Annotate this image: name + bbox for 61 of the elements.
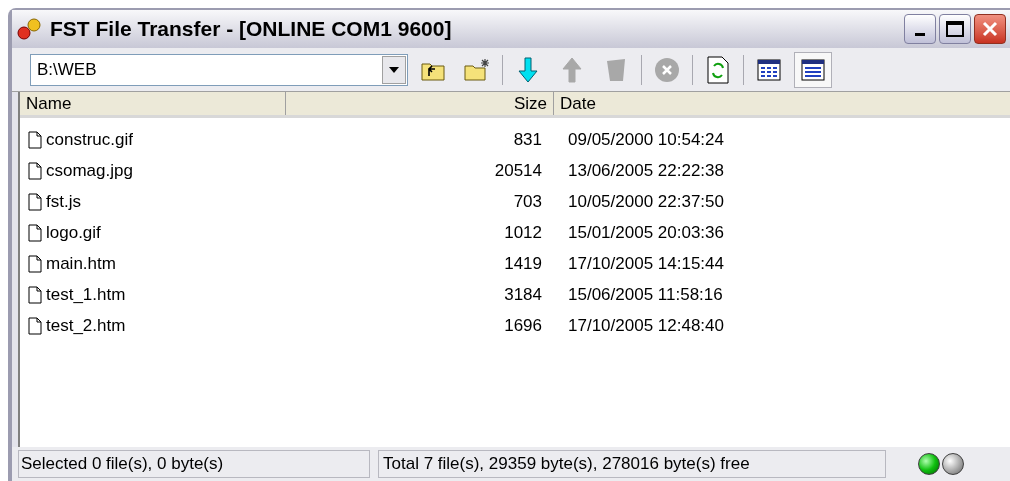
file-row[interactable]: test_1.htm 3184 15/06/2005 11:58:16 [20, 279, 1010, 310]
maximize-button[interactable] [939, 14, 971, 44]
file-row[interactable]: fst.js 703 10/05/2000 22:37:50 [20, 186, 1010, 217]
toolbar-button[interactable] [794, 51, 832, 88]
path-combo-box[interactable]: B:\WEB [30, 53, 408, 86]
file-date: 15/06/2005 11:58:16 [568, 284, 723, 304]
file-icon [28, 192, 42, 211]
file-date: 13/06/2005 22:22:38 [568, 160, 724, 180]
file-date: 17/10/2005 12:48:40 [568, 315, 724, 335]
file-name: csomag.jpg [46, 159, 133, 182]
column-header[interactable]: Name [20, 92, 286, 115]
path-text: B:\WEB [36, 58, 98, 81]
total-status: Total 7 file(s), 29359 byte(s), 278016 byte(s) free [378, 450, 886, 478]
file-date: 09/05/2000 10:54:24 [568, 129, 724, 149]
window-title: FST File Transfer - [ONLINE COM1 9600] [50, 16, 452, 43]
file-icon [28, 254, 42, 273]
maximize-icon [946, 21, 964, 37]
file-size: 3184 [504, 283, 542, 306]
file-date: 17/10/2005 14:15:44 [568, 253, 724, 273]
close-icon [982, 21, 998, 37]
minimize-icon [915, 33, 925, 36]
file-size: 1012 [504, 221, 542, 244]
file-size: 703 [513, 190, 542, 213]
column-header[interactable]: Date [554, 92, 1010, 115]
file-icon [28, 285, 42, 304]
file-name: test_2.htm [46, 314, 126, 337]
file-name: test_1.htm [46, 283, 126, 306]
file-row[interactable]: csomag.jpg 20514 13/06/2005 22:22:38 [20, 155, 1010, 186]
file-date: 10/05/2000 22:37:50 [568, 191, 724, 211]
file-size: 831 [513, 128, 542, 151]
down-arrow-icon [517, 56, 539, 83]
details-view-icon [801, 58, 825, 81]
dropdown-button[interactable] [382, 55, 406, 84]
file-size: 20514 [494, 159, 542, 182]
file-row[interactable]: test_2.htm 1696 17/10/2005 12:48:40 [20, 310, 1010, 341]
file-size: 1419 [504, 252, 542, 275]
file-row[interactable]: main.htm 1419 17/10/2005 14:15:44 [20, 248, 1010, 279]
selected-status: Selected 0 file(s), 0 byte(s) [18, 450, 370, 478]
list-view-icon [757, 58, 781, 81]
file-date: 15/01/2005 20:03:36 [568, 222, 724, 242]
trash-can-icon [605, 56, 627, 83]
minimize-button[interactable] [904, 14, 936, 44]
up-arrow-icon [561, 56, 583, 83]
caret-icon [389, 66, 399, 73]
file-icon [28, 130, 42, 149]
file-name: main.htm [46, 252, 116, 275]
close-button[interactable] [974, 14, 1006, 44]
file-icon [28, 223, 42, 242]
app-icon [16, 17, 42, 41]
file-size: 1696 [504, 314, 542, 337]
file-row[interactable]: construc.gif 831 09/05/2000 10:54:24 [20, 124, 1010, 155]
file-icon [28, 161, 42, 180]
column-header[interactable]: Size [286, 92, 554, 115]
refresh-page-icon [707, 55, 729, 84]
file-icon [28, 316, 42, 335]
new-folder-icon [463, 57, 491, 82]
file-name: logo.gif [46, 221, 101, 244]
file-name: construc.gif [46, 128, 133, 151]
file-name: fst.js [46, 190, 81, 213]
file-row[interactable]: logo.gif 1012 15/01/2005 20:03:36 [20, 217, 1010, 248]
cancel-icon [654, 56, 680, 83]
